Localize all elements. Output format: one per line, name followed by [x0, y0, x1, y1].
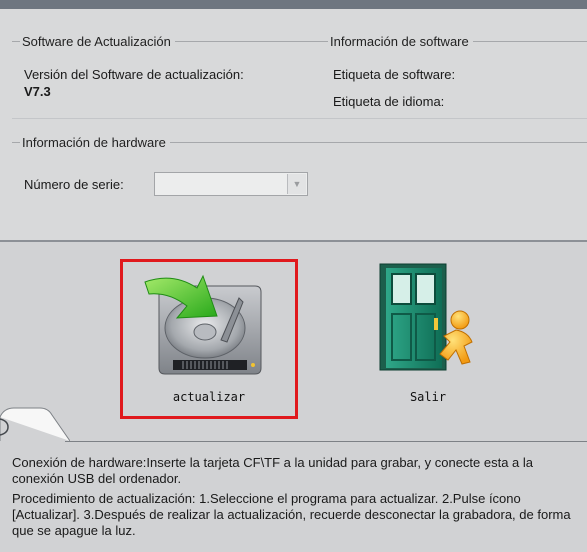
software-info-group-title: Información de software	[328, 34, 473, 49]
instructions: Conexión de hardware:Inserte la tarjeta …	[12, 455, 587, 543]
update-button[interactable]: actualizar	[120, 259, 298, 419]
hardware-connection-note: Conexión de hardware:Inserte la tarjeta …	[12, 455, 534, 486]
section-divider	[12, 118, 587, 119]
title-bar	[0, 0, 587, 9]
software-tag-label: Etiqueta de software:	[333, 67, 456, 82]
dropdown-arrow-icon[interactable]: ▼	[287, 174, 306, 194]
tab-outline	[0, 407, 70, 442]
exit-button[interactable]: Salir	[368, 262, 488, 412]
tab-baseline	[65, 441, 587, 442]
language-tag-label: Etiqueta de idioma:	[333, 94, 445, 109]
exit-label: Salir	[409, 390, 447, 404]
update-version-value: V7.3	[24, 84, 51, 99]
serial-number-select[interactable]: ▼	[154, 172, 308, 196]
exit-door-icon	[379, 263, 473, 371]
software-update-group-title: Software de Actualización	[20, 34, 175, 49]
hard-drive-update-icon	[144, 274, 262, 375]
serial-number-label: Número de serie:	[24, 177, 124, 192]
update-label: actualizar	[172, 390, 246, 404]
hardware-info-group-title: Información de hardware	[20, 135, 170, 150]
update-version-label: Versión del Software de actualización:	[24, 67, 244, 82]
update-procedure-note: Procedimiento de actualización: 1.Selecc…	[12, 491, 571, 538]
